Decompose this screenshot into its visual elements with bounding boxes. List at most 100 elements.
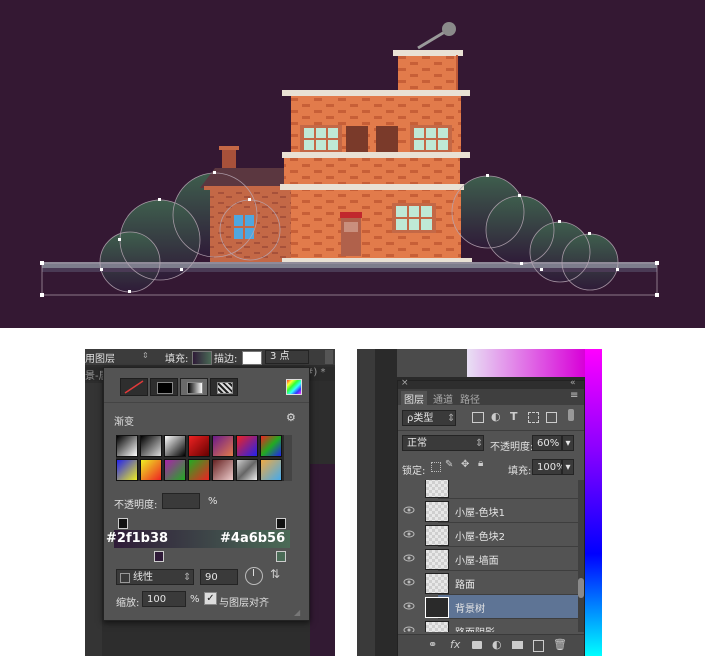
type-filter-icon[interactable]: T (510, 410, 518, 423)
lock-position-icon[interactable]: ✥ (461, 459, 469, 470)
color-start-text: #2f1b38 (106, 531, 169, 546)
eye-icon[interactable] (402, 527, 416, 541)
layer-list-scrollbar[interactable] (578, 480, 584, 632)
layer-row[interactable] (425, 480, 578, 498)
chevron-updown-icon[interactable]: ⇕ (142, 351, 152, 361)
swatch[interactable] (236, 459, 258, 481)
solid-fill-button[interactable] (150, 378, 178, 396)
lock-all-icon[interactable]: 🔒︎ (478, 458, 483, 469)
house-illustration (40, 22, 659, 297)
opacity-dropdown-button[interactable]: ▾ (562, 435, 574, 451)
collapse-icon[interactable]: « (570, 378, 576, 388)
swatch[interactable] (140, 459, 162, 481)
stroke-swatch[interactable] (242, 351, 262, 365)
swatch[interactable] (260, 459, 282, 481)
eye-icon[interactable] (402, 551, 416, 565)
opacity-stop-left[interactable] (118, 518, 128, 529)
lock-pixels-icon[interactable]: ✎ (445, 459, 453, 470)
filter-toggle[interactable] (568, 409, 574, 421)
opacity-field[interactable] (162, 493, 200, 509)
layer-row[interactable]: 小屋-色块2 (403, 522, 578, 546)
gear-icon[interactable]: ⚙ (286, 411, 296, 424)
scale-label: 缩放: (116, 598, 140, 609)
no-fill-button[interactable] (120, 378, 148, 396)
fx-icon[interactable]: fx (450, 638, 460, 651)
swatch[interactable] (116, 435, 138, 457)
opacity-field[interactable]: 60% (532, 435, 562, 451)
divider (104, 402, 309, 403)
layer-row[interactable]: 路面 (403, 570, 578, 594)
close-icon[interactable]: × (401, 378, 409, 388)
fill-label: 填充: (508, 466, 532, 477)
filter-kind-select[interactable]: ρ类型 ⇕ (402, 410, 456, 426)
chevron-updown-icon: ⇕ (447, 413, 456, 424)
swatch[interactable] (236, 435, 258, 457)
divider (398, 430, 584, 431)
opacity-stop-right[interactable] (276, 518, 286, 529)
swatch-scrollbar[interactable] (284, 435, 292, 481)
image-filter-icon[interactable] (472, 412, 484, 423)
fill-field[interactable]: 100% (532, 459, 566, 475)
gradient-fill-button[interactable] (180, 378, 208, 396)
panel-footer: ⚭ fx ◐ 🗑︎ (398, 634, 584, 656)
layer-row[interactable]: 路面阴影 (403, 618, 578, 632)
fill-dropdown-button[interactable]: ▾ (562, 459, 574, 475)
eye-icon[interactable] (402, 575, 416, 589)
scale-field[interactable]: 100 (142, 591, 186, 607)
layers-panel: × « 图层 通道 路径 ≡ ρ类型 ⇕ ◐ T 正常 ⇕ 不透明度: 60% … (397, 378, 585, 656)
blend-mode-select[interactable]: 正常 ⇕ (402, 435, 484, 451)
swatch[interactable] (260, 435, 282, 457)
tab-layers[interactable]: 图层 (401, 391, 427, 406)
layer-row[interactable]: 小屋-色块1 (403, 498, 578, 522)
blend-mode-value: 正常 (407, 438, 427, 449)
panel-menu-icon[interactable]: ≡ (570, 390, 578, 401)
angle-dial[interactable] (245, 567, 263, 585)
swatch[interactable] (188, 459, 210, 481)
color-stop-right[interactable] (276, 551, 286, 562)
swatch[interactable] (164, 435, 186, 457)
eye-icon[interactable] (402, 503, 416, 517)
swatch[interactable] (116, 459, 138, 481)
adjustment-icon[interactable]: ◐ (492, 638, 502, 651)
linear-gradient-icon (120, 573, 130, 583)
tab-channels[interactable]: 通道 (433, 391, 453, 406)
layer-list: 小屋-色块1 小屋-色块2 小屋-墙面 路面 背景树 (398, 480, 578, 632)
filter-kind-value: ρ类型 (407, 413, 434, 424)
swatch[interactable] (212, 435, 234, 457)
eye-icon[interactable] (402, 623, 416, 632)
scrollbar-thumb[interactable] (578, 578, 584, 598)
mask-icon[interactable] (472, 641, 482, 649)
resize-grip-icon[interactable]: ◢ (294, 608, 300, 617)
swatch[interactable] (140, 435, 162, 457)
reverse-icon[interactable]: ⇅ (270, 567, 280, 581)
lock-transparent-icon[interactable] (431, 462, 441, 472)
layer-row[interactable]: 小屋-墙面 (403, 546, 578, 570)
toolbar-fragment (397, 349, 467, 377)
color-stop-left[interactable] (154, 551, 164, 562)
swatch[interactable] (188, 435, 210, 457)
gradient-type-select[interactable]: 线性 ⇕ (116, 569, 194, 585)
folder-icon[interactable] (512, 641, 523, 649)
link-icon[interactable]: ⚭ (428, 638, 437, 651)
layer-name: 小屋-墙面 (455, 556, 499, 567)
swatch[interactable] (212, 459, 234, 481)
align-label: 与图层对齐 (219, 598, 269, 609)
stroke-width-field[interactable]: 3 点 (265, 350, 309, 364)
tab-paths[interactable]: 路径 (460, 391, 480, 406)
smart-object-filter-icon[interactable] (546, 412, 557, 423)
align-checkbox[interactable]: ✓ (204, 592, 217, 605)
angle-field[interactable]: 90 (200, 569, 238, 585)
color-picker-icon[interactable] (286, 379, 302, 395)
fill-swatch[interactable] (192, 351, 212, 365)
new-layer-icon[interactable] (533, 640, 544, 652)
gradient-popup: 渐变 ⚙ 不透明度: % #2f1b38 #4a6b56 线性 ⇕ 90 ⇅ 缩… (103, 367, 310, 621)
opacity-label: 不透明度: (114, 500, 158, 511)
shape-filter-icon[interactable] (528, 412, 539, 423)
trash-icon[interactable]: 🗑︎ (553, 638, 567, 651)
eye-icon[interactable] (402, 599, 416, 613)
swatch[interactable] (164, 459, 186, 481)
adjustment-filter-icon[interactable]: ◐ (491, 410, 501, 423)
layer-row-selected[interactable]: 背景树 (403, 594, 578, 618)
pattern-fill-button[interactable] (210, 378, 238, 396)
layer-name: 小屋-色块2 (455, 532, 505, 543)
